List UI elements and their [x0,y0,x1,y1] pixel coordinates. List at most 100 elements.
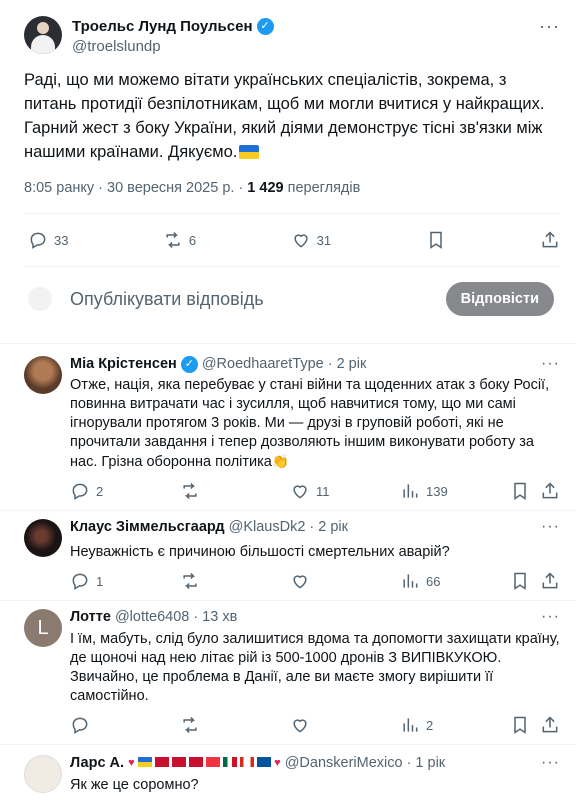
bookmark-action[interactable] [510,571,540,591]
reply-action[interactable] [70,715,180,735]
like-action[interactable] [290,571,400,591]
analytics-icon [403,574,418,588]
main-tweet: Троельс Лунд Поульсен ✓ @troelslundp ···… [0,0,576,196]
like-count: 31 [316,232,332,248]
reply-action[interactable]: 1 [70,571,180,591]
verified-badge-icon[interactable]: ✓ [180,355,198,373]
reply-action[interactable]: 2 [70,481,180,501]
reply-author-handle[interactable]: @KlausDk2 [229,519,306,535]
verified-badge-icon[interactable]: ✓ [256,18,274,35]
tweet-timestamp[interactable]: 8:05 ранку · 30 вересня 2025 р. · [24,180,243,196]
bookmark-icon [514,716,526,734]
analytics-icon [403,484,418,498]
bookmark-action[interactable] [510,481,540,501]
heart-icon [293,485,307,499]
repost-count: 6 [188,232,197,248]
reply-text-body: Отже, нація, яка перебуває у стані війни… [70,377,550,470]
reply-author-name[interactable]: Лотте [70,609,111,625]
tweet-page: Троельс Лунд Поульсен ✓ @troelslundp ···… [0,0,576,804]
reply-time[interactable]: 2 рік [337,356,367,372]
more-options-icon[interactable]: ··· [541,518,560,536]
like-action[interactable]: 11 [290,481,400,501]
reply-icon [72,483,88,500]
reply-text: І їм, мабуть, слід було залишитися вдома… [70,631,560,704]
bookmark-action[interactable] [510,715,540,735]
reply-actions: 2 11 139 [70,472,560,510]
reply-composer: Опублікувати відповідь Відповісти [0,267,576,331]
more-options-icon[interactable]: ··· [541,754,560,772]
avatar[interactable] [24,16,62,54]
reply-text: Неуважність є причиною більшості смертел… [70,544,450,560]
share-icon [542,482,558,499]
reply-icon [30,232,46,249]
reply-item[interactable]: L Лотте @lotte6408 · 13 хв ··· І їм, маб… [0,601,576,744]
heart-icon [294,234,308,248]
views-count: 1 429 [247,180,284,196]
reply-author-name[interactable]: Клаус Зіммельсгаард [70,519,225,535]
views-action[interactable]: 2 [400,715,510,735]
views-action[interactable]: 66 [400,571,510,591]
more-options-icon[interactable]: ··· [541,608,560,626]
reply-author-name[interactable]: Міа Крістенсен [70,356,177,372]
reply-item[interactable]: Клаус Зіммельсгаард @KlausDk2 · 2 рік ··… [0,511,576,600]
reply-count: 33 [54,232,69,248]
share-action[interactable] [540,481,560,501]
reply-actions: 1 66 [70,562,560,600]
avatar[interactable] [24,755,62,793]
heart-icon [293,575,307,589]
reply-author-handle[interactable]: @lotte6408 [115,609,189,625]
like-action[interactable] [290,715,400,735]
reply-action[interactable]: 33 [28,230,68,250]
repost-icon [183,716,197,734]
share-icon [542,716,558,733]
bookmark-icon [514,572,526,590]
share-icon [542,572,558,589]
author-row: Троельс Лунд Поульсен ✓ @troelslundp ··· [24,8,560,58]
views-action[interactable]: 139 [400,481,510,501]
reply-button[interactable]: Відповісти [445,282,554,316]
more-options-icon[interactable]: ··· [539,16,560,37]
share-action[interactable] [540,571,560,591]
reply-input[interactable]: Опублікувати відповідь [70,289,264,310]
avatar[interactable]: L [24,609,62,647]
reply-icon [72,573,88,590]
repost-icon [183,572,197,590]
heart-icon [293,719,307,733]
analytics-icon [403,718,418,732]
share-action[interactable] [540,230,560,250]
reply-item[interactable]: Ларс А. ♥ ♥ @DanskeriMexico · 1 рік ··· [0,745,576,804]
reply-time[interactable]: 1 рік [415,755,445,771]
views-label: переглядів [287,180,361,196]
repost-icon [183,482,197,500]
reply-time[interactable]: 2 рік [318,519,348,535]
repost-action[interactable] [180,481,290,501]
avatar[interactable] [24,356,62,394]
tweet-actions: 33 6 31 [0,214,576,266]
reply-author-name[interactable]: Ларс А. [70,755,124,771]
share-icon [542,231,558,248]
author-handle[interactable]: @troelslundp [72,38,274,55]
bookmark-action[interactable] [426,230,446,250]
reply-icon [72,717,88,734]
ukraine-flag-icon [239,145,260,159]
repost-icon [166,231,180,249]
like-action[interactable]: 31 [291,230,331,250]
reply-author-handle[interactable]: @RoedhaaretType [202,356,324,372]
clapping-hands-icon: 👏 [271,453,290,469]
author-name[interactable]: Троельс Лунд Поульсен [72,18,253,35]
repost-action[interactable]: 6 [163,230,196,250]
bookmark-icon [429,231,442,249]
reply-item[interactable]: Міа Крістенсен ✓ @RoedhaaretType · 2 рік… [0,344,576,510]
avatar [28,287,52,311]
reply-actions: 2 [70,706,560,744]
tweet-meta: 8:05 ранку · 30 вересня 2025 р. · 1 429 … [24,180,560,196]
avatar[interactable] [24,519,62,557]
more-options-icon[interactable]: ··· [541,355,560,373]
repost-action[interactable] [180,715,290,735]
reply-actions: 1 25 [70,795,560,804]
reply-text: Як же це соромно? [70,777,199,793]
reply-author-handle[interactable]: @DanskeriMexico [285,755,403,771]
repost-action[interactable] [180,571,290,591]
reply-time[interactable]: 13 хв [202,609,237,625]
share-action[interactable] [540,715,560,735]
